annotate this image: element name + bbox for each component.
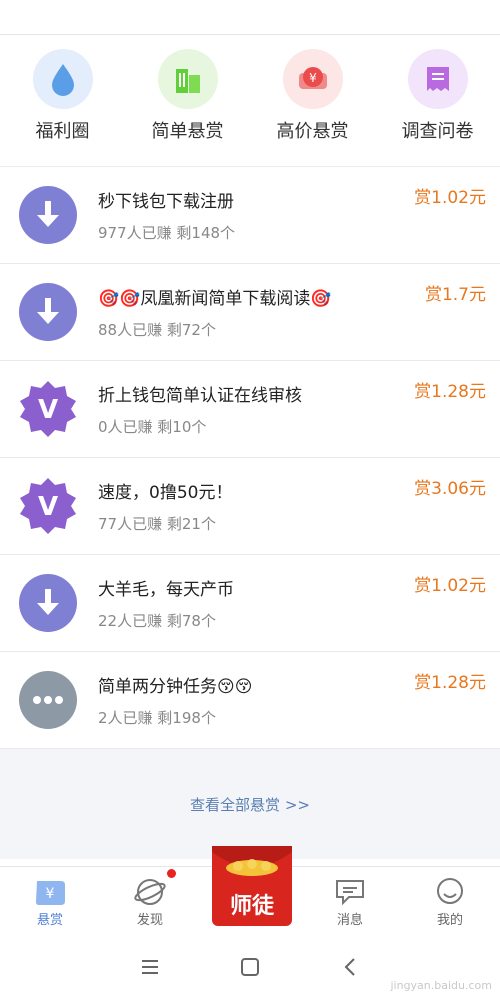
building-icon [157,49,218,109]
back-arrow-icon [344,958,355,976]
tab-label: 发现 [136,913,163,928]
tab-label: 消息 [336,913,363,928]
chat-bubble-icon [336,880,364,906]
category-high-reward[interactable]: ¥ 高价悬赏 [250,49,375,143]
task-reward: 赏1.28元 [414,382,486,402]
yuan-coin-icon: ¥ [282,49,343,109]
download-icon [18,282,78,342]
category-label: 福利圈 [35,121,90,142]
task-stats: 0人已赚 剩10个 [98,418,207,436]
task-stats: 88人已赚 剩72个 [98,321,216,339]
category-row: 福利圈 简单悬赏 ¥ 高价悬赏 调查问卷 [0,35,500,167]
list-item[interactable]: 秒下钱包下载注册 977人已赚 剩148个 赏1.02元 [0,167,500,264]
tab-discover[interactable]: 发现 [110,867,190,934]
task-reward: 赏1.02元 [414,576,486,596]
category-simple-reward[interactable]: 简单悬赏 [125,49,250,143]
download-icon [18,185,78,245]
task-stats: 977人已赚 剩148个 [98,224,236,242]
menu-icon [142,960,158,974]
status-bar [0,0,500,35]
category-label: 调查问卷 [401,121,474,142]
list-item[interactable]: 🎯🎯凤凰新闻简单下载阅读🎯 88人已赚 剩72个 赏1.7元 [0,264,500,361]
svg-text:¥: ¥ [309,71,317,85]
category-label: 简单悬赏 [151,121,224,142]
list-item[interactable]: V 折上钱包简单认证在线审核 0人已赚 剩10个 赏1.28元 [0,361,500,458]
task-reward: 赏1.28元 [414,673,486,693]
list-item[interactable]: 简单两分钟任务😚😚 2人已赚 剩198个 赏1.28元 [0,652,500,749]
view-all-rewards-link[interactable]: 查看全部悬赏 >> [190,794,310,815]
task-list: 秒下钱包下载注册 977人已赚 剩148个 赏1.02元 🎯🎯凤凰新闻简单下载阅… [0,167,500,749]
tab-label: 我的 [436,913,463,928]
receipt-icon [407,49,468,109]
home-square-icon [241,958,259,976]
tab-reward[interactable]: ¥ 悬赏 [10,867,90,934]
yuan-scroll-icon: ¥ [36,881,65,905]
task-stats: 22人已赚 剩78个 [98,612,216,630]
watermark: jingyan.baidu.com [390,979,492,992]
task-reward: 赏3.06元 [414,479,486,499]
verified-v-icon: V [18,476,78,536]
master-apprentice-button[interactable]: 师徒 [210,842,294,928]
category-welfare[interactable]: 福利圈 [0,49,125,143]
svg-text:¥: ¥ [46,886,55,902]
svg-text:V: V [38,395,58,425]
more-dots-icon [18,670,78,730]
notification-dot [167,869,176,878]
task-reward: 赏1.02元 [414,188,486,208]
list-item[interactable]: 大羊毛，每天产币 22人已赚 剩78个 赏1.02元 [0,555,500,652]
master-apprentice-label: 师徒 [229,894,274,919]
tab-mine[interactable]: 我的 [410,867,490,934]
planet-icon [134,879,166,905]
task-stats: 2人已赚 剩198个 [98,709,216,727]
download-icon [18,573,78,633]
back-button[interactable] [335,952,365,982]
home-button[interactable] [235,952,265,982]
category-survey[interactable]: 调查问卷 [375,49,500,143]
menu-button[interactable] [135,952,165,982]
water-drop-icon [32,49,93,109]
category-label: 高价悬赏 [276,121,349,142]
svg-text:V: V [38,492,58,522]
task-stats: 77人已赚 剩21个 [98,515,216,533]
tab-messages[interactable]: 消息 [310,867,390,934]
verified-v-icon: V [18,379,78,439]
tab-label: 悬赏 [36,913,63,928]
user-face-icon [437,878,463,904]
list-item[interactable]: V 速度，0撸50元！ 77人已赚 剩21个 赏3.06元 [0,458,500,555]
task-reward: 赏1.7元 [424,285,486,305]
